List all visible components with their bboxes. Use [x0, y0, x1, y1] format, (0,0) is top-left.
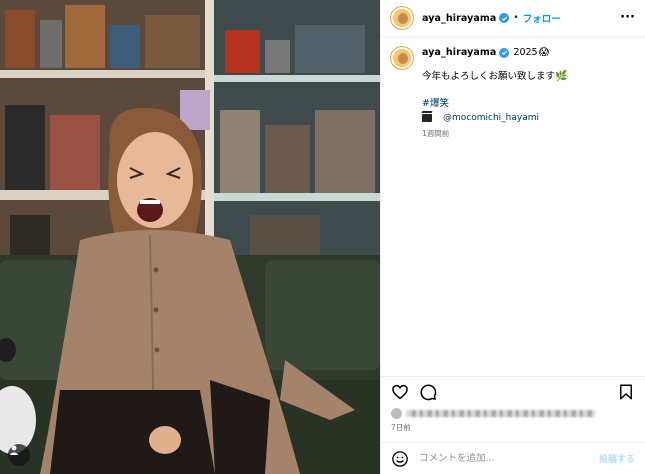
mention-line: @mocomichi_hayami	[422, 113, 635, 123]
more-icon[interactable]: ···	[620, 11, 635, 24]
avatar	[391, 407, 402, 419]
bookmark-icon[interactable]	[617, 383, 635, 401]
caption-text: 今年もよろしくお願い致します🌿	[422, 70, 635, 83]
verified-badge-icon	[499, 47, 510, 58]
heart-icon[interactable]	[391, 383, 409, 401]
caption-message: 今年もよろしくお願い致します	[422, 71, 556, 82]
caption-time: 1週間前	[422, 129, 450, 138]
post-date: 7日前	[391, 423, 411, 432]
blurred-likes-text	[406, 409, 596, 417]
scream-emoji-icon: 😱	[538, 47, 550, 58]
post-comment-button[interactable]: 投稿する	[599, 452, 635, 465]
post-photo[interactable]	[0, 0, 380, 474]
user-tag-icon[interactable]	[8, 444, 30, 466]
likes-summary-blurred	[391, 406, 596, 420]
avatar[interactable]	[391, 7, 413, 29]
caption: aya_hirayama 2025 😱 今年もよろしくお願い致します🌿 #爆笑 …	[381, 37, 645, 139]
comment-input[interactable]	[419, 453, 599, 464]
follow-button[interactable]: フォロー	[523, 11, 561, 25]
caption-header: aya_hirayama 2025 😱	[422, 47, 635, 58]
caption-body: aya_hirayama 2025 😱 今年もよろしくお願い致します🌿 #爆笑 …	[422, 47, 635, 139]
post-photo-image	[0, 0, 380, 474]
separator-dot: •	[513, 13, 519, 23]
caption-year: 2025	[513, 47, 538, 58]
mention-link[interactable]: @mocomichi_hayami	[443, 113, 539, 123]
comment-bar: 投稿する	[381, 442, 645, 474]
avatar[interactable]	[391, 47, 413, 69]
caption-username[interactable]: aya_hirayama	[422, 47, 496, 58]
comment-icon[interactable]	[419, 383, 437, 401]
smile-icon[interactable]	[391, 450, 409, 468]
leaf-emoji-icon: 🌿	[555, 71, 568, 82]
verified-badge-icon	[499, 13, 510, 23]
header-username[interactable]: aya_hirayama	[422, 13, 496, 24]
post-side-panel: aya_hirayama • フォロー ··· aya_hirayama 202…	[380, 0, 645, 474]
post-header: aya_hirayama • フォロー ···	[381, 0, 645, 37]
hashtag-link[interactable]: #爆笑	[422, 95, 635, 109]
clapper-board-icon	[422, 114, 432, 122]
action-bar	[381, 376, 645, 406]
